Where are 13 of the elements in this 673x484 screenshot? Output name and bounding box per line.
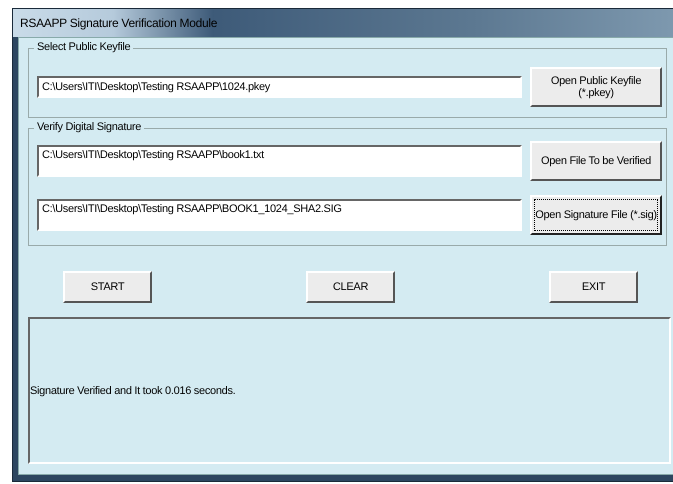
status-message: Signature Verified and It took 0.016 seconds. xyxy=(30,384,236,396)
open-file-button[interactable]: Open File To be Verified xyxy=(530,141,662,181)
action-button[interactable]: CLEAR xyxy=(306,271,395,303)
action-button[interactable]: START xyxy=(63,271,152,303)
path-field[interactable]: C:\Users\ITI\Desktop\Testing RSAAPP\BOOK1_1024_SHA2.SIG xyxy=(37,199,522,231)
window-title: RSAAPP Signature Verification Module xyxy=(20,16,218,30)
open-file-button[interactable]: Open Public Keyfile (*.pkey) xyxy=(530,67,662,107)
path-field[interactable]: C:\Users\ITI\Desktop\Testing RSAAPP\1024.pkey xyxy=(37,76,522,98)
action-button[interactable]: EXIT xyxy=(549,271,638,303)
group-title: Verify Digital Signature xyxy=(34,121,144,133)
path-field[interactable]: C:\Users\ITI\Desktop\Testing RSAAPP\book1.txt xyxy=(37,145,522,177)
open-file-button[interactable]: Open Signature File (*.sig) xyxy=(530,195,662,235)
group-title: Select Public Keyfile xyxy=(34,41,134,53)
